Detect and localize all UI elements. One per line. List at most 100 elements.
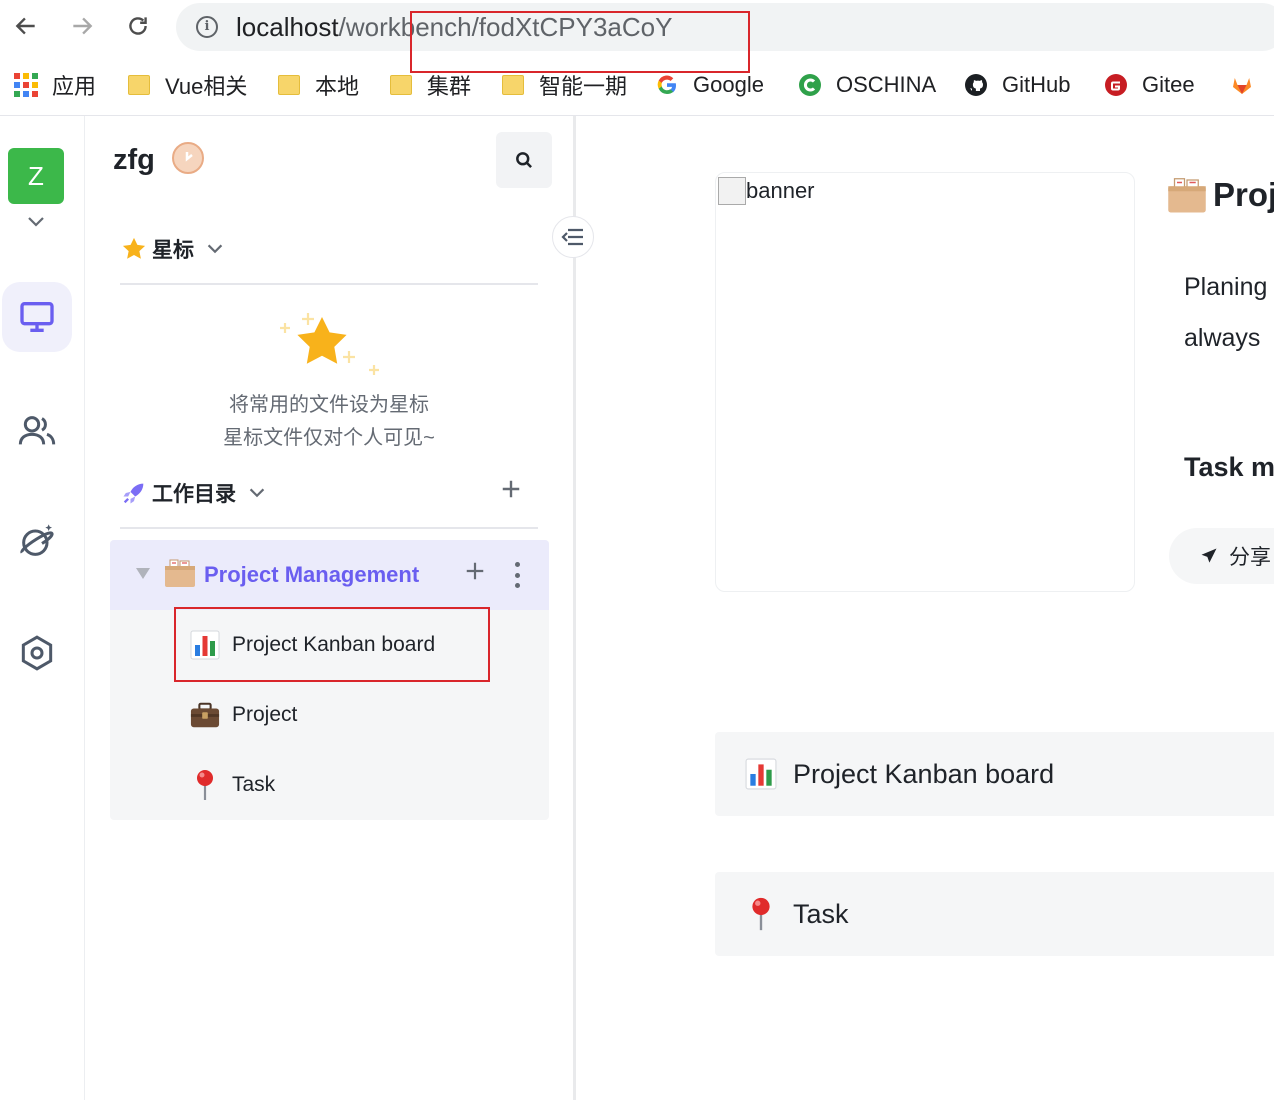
share-button[interactable]: 分享 xyxy=(1169,528,1274,584)
card-project-kanban-board[interactable]: Project Kanban board xyxy=(715,732,1274,816)
sidebar: zfg 星标 将常用的文件设为星标 星标文件仅对个人可见~ 工作目录 Proje… xyxy=(86,116,574,1100)
share-label: 分享 xyxy=(1229,546,1271,569)
broken-image: banner xyxy=(718,177,815,205)
pushpin-icon xyxy=(745,896,777,932)
bookmark-oschina[interactable]: OSCHINA xyxy=(798,68,936,102)
users-icon xyxy=(18,416,56,445)
back-button[interactable] xyxy=(8,8,44,44)
starred-section-toggle[interactable]: 星标 xyxy=(120,234,226,264)
folder-icon xyxy=(389,73,413,97)
project-title-text: Proj xyxy=(1213,176,1274,213)
rocket-icon xyxy=(120,479,148,507)
site-info-icon[interactable]: i xyxy=(196,16,218,38)
folder-icon xyxy=(501,73,525,97)
tree-node-project-kanban-board[interactable]: Project Kanban board xyxy=(190,625,435,665)
caret-down-icon[interactable] xyxy=(136,568,150,579)
bookmark-label: 集群 xyxy=(427,74,472,99)
main-content: banner Proj Planing always Task m 分享 Pro… xyxy=(577,116,1274,1100)
briefcase-icon xyxy=(190,700,220,730)
gitlab-icon xyxy=(1230,73,1254,97)
bookmark-google[interactable]: Google xyxy=(655,68,764,102)
bookmark-label: 本地 xyxy=(315,74,360,99)
project-title: Proj xyxy=(1167,176,1274,214)
arrow-left-icon xyxy=(15,17,35,35)
add-workdir-button[interactable] xyxy=(500,476,522,506)
url-text[interactable]: localhost/workbench/fodXtCPY3aCoY xyxy=(236,12,672,43)
card-file-box-icon xyxy=(1167,176,1207,214)
gitee-icon xyxy=(1104,73,1128,97)
url-path: /workbench/fodXtCPY3aCoY xyxy=(338,12,673,42)
address-bar[interactable]: i localhost/workbench/fodXtCPY3aCoY xyxy=(176,3,1274,51)
bookmark-label: Gitee xyxy=(1142,72,1195,97)
workdir-label: 工作目录 xyxy=(152,483,236,506)
folder-icon xyxy=(127,73,151,97)
card-label: Task xyxy=(793,898,849,929)
tree-root-label: Project Management xyxy=(204,562,420,587)
search-icon xyxy=(516,152,532,168)
google-icon xyxy=(655,73,679,97)
chevron-down-icon xyxy=(204,238,226,260)
workspace-avatar[interactable]: Z xyxy=(8,148,64,204)
tree-node-task[interactable]: Task xyxy=(190,765,275,805)
chevron-down-icon xyxy=(28,217,44,227)
forward-button[interactable] xyxy=(64,8,100,44)
reload-button[interactable] xyxy=(120,8,156,44)
rail-item-explore[interactable] xyxy=(2,506,72,576)
more-options-icon[interactable] xyxy=(514,562,520,588)
workspace-badge-icon xyxy=(172,142,204,174)
add-child-button[interactable] xyxy=(464,556,486,590)
rail-item-members[interactable] xyxy=(2,396,72,466)
url-host: localhost xyxy=(236,12,339,42)
sidebar-search-button[interactable] xyxy=(496,132,552,188)
bookmark-gitlab[interactable] xyxy=(1230,68,1268,102)
workdir-divider xyxy=(120,527,538,529)
app-rail: Z xyxy=(0,116,85,1100)
bookmark-gitee[interactable]: Gitee xyxy=(1104,68,1195,102)
bookmark-vue[interactable]: Vue相关 xyxy=(127,68,247,102)
bookmark-label: 智能一期 xyxy=(539,74,628,99)
browser-chrome: i localhost/workbench/fodXtCPY3aCoY 应用 V… xyxy=(0,0,1274,116)
bookmark-label: Google xyxy=(693,72,764,97)
workdir-tree: Project Management Project Kanban board … xyxy=(110,540,549,820)
banner-alt-text: banner xyxy=(746,178,815,203)
bookmark-smart-phase1[interactable]: 智能一期 xyxy=(501,68,627,102)
bookmark-github[interactable]: GitHub xyxy=(964,68,1070,102)
plus-icon xyxy=(502,480,520,498)
bookmark-local[interactable]: 本地 xyxy=(277,68,359,102)
bookmark-label: Vue相关 xyxy=(165,74,248,99)
bookmark-label: 应用 xyxy=(52,74,97,99)
tree-child-label: Task xyxy=(232,773,276,796)
card-task[interactable]: Task xyxy=(715,872,1274,956)
bookmark-label: GitHub xyxy=(1002,72,1071,97)
empty-star-illustration-icon xyxy=(276,301,386,391)
card-file-box-icon xyxy=(164,558,196,593)
rail-item-workbench[interactable] xyxy=(2,282,72,352)
banner-image: banner xyxy=(715,172,1135,592)
starred-empty-line1: 将常用的文件设为星标 xyxy=(229,394,429,416)
workspace-switch-button[interactable] xyxy=(24,212,48,232)
rail-item-settings[interactable] xyxy=(2,618,72,688)
starred-empty-line2: 星标文件仅对个人可见~ xyxy=(223,427,435,449)
description-line2: always xyxy=(1184,324,1261,352)
task-subheading: Task m xyxy=(1184,452,1274,482)
bookmark-cluster[interactable]: 集群 xyxy=(389,68,471,102)
tree-node-project-management[interactable]: Project Management xyxy=(110,540,549,610)
workspace-name: zfg xyxy=(113,144,155,176)
bookmark-apps[interactable]: 应用 xyxy=(14,68,96,102)
tree-child-label: Project xyxy=(232,703,298,726)
broken-image-icon xyxy=(718,177,746,205)
sidebar-resize-handle[interactable] xyxy=(573,116,576,1100)
github-icon xyxy=(964,73,988,97)
tree-node-project[interactable]: Project xyxy=(190,695,297,735)
reload-icon xyxy=(129,17,147,35)
workdir-section-toggle[interactable]: 工作目录 xyxy=(120,478,268,508)
starred-label: 星标 xyxy=(152,239,194,262)
star-icon xyxy=(120,235,148,263)
settings-hexagon-icon xyxy=(21,635,53,671)
monitor-icon xyxy=(20,302,54,332)
arrow-right-icon xyxy=(73,17,93,35)
send-icon xyxy=(1199,546,1219,566)
bar-chart-icon xyxy=(745,756,777,792)
plus-icon xyxy=(466,562,484,580)
bar-chart-icon xyxy=(190,630,220,660)
